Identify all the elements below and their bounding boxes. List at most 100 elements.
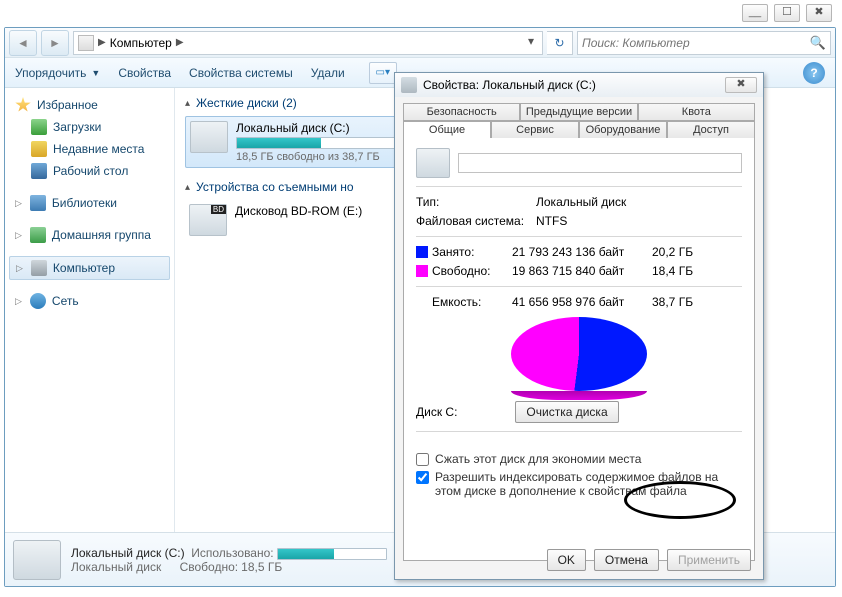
used-label: Занято: [416,245,512,259]
drive-name: Дисковод BD-ROM (E:) [235,204,401,218]
organize-menu[interactable]: Упорядочить [15,66,86,80]
help-button[interactable]: ? [803,62,825,84]
search-icon: 🔍 [810,35,826,51]
tab-sharing[interactable]: Доступ [667,121,755,138]
homegroup-icon [30,227,46,243]
chevron-right-icon: ▶ [98,37,106,48]
type-label: Тип: [416,195,536,209]
back-button[interactable]: ◄ [9,30,37,56]
properties-dialog: Свойства: Локальный диск (C:) ✖ Безопасн… [394,72,764,580]
legend-used-icon [416,246,428,258]
free-gb: 18,4 ГБ [652,264,708,278]
minimize-button[interactable]: __ [742,4,768,22]
free-bytes: 19 863 715 840 байт [512,264,652,278]
tab-previous-versions[interactable]: Предыдущие версии [520,103,637,121]
section-header: Устройства со съемными но [196,180,354,194]
sidebar-label: Компьютер [53,261,115,275]
network-icon [30,293,46,309]
star-icon [15,97,31,113]
sidebar-item-libraries[interactable]: ▷Библиотеки [9,192,170,214]
dialog-titlebar[interactable]: Свойства: Локальный диск (C:) ✖ [395,73,763,97]
disk-cleanup-button[interactable]: Очистка диска [515,401,618,423]
section-header: Жесткие диски (2) [196,96,297,110]
nav-pane: Избранное Загрузки Недавние места Рабочи… [5,88,175,532]
sidebar-item-homegroup[interactable]: ▷Домашняя группа [9,224,170,246]
breadcrumb[interactable]: ▶ Компьютер ▶ ▾ [73,31,543,55]
nav-row: ◄ ► ▶ Компьютер ▶ ▾ ↻ 🔍 [5,28,835,58]
properties-button[interactable]: Свойства [118,66,171,80]
search-box[interactable]: 🔍 [577,31,831,55]
sidebar-label: Домашняя группа [52,228,151,242]
capacity-bytes: 41 656 958 976 байт [512,295,652,309]
disk-usage-pie-chart [511,317,647,391]
status-drive-name: Локальный диск (C:) Использовано: [71,546,387,560]
fs-label: Файловая система: [416,214,536,228]
tab-hardware[interactable]: Оборудование [579,121,667,138]
capacity-gb: 38,7 ГБ [652,295,708,309]
index-checkbox[interactable]: Разрешить индексировать содержимое файло… [416,470,742,498]
sidebar-item-recent[interactable]: Недавние места [9,138,170,160]
recent-icon [31,141,47,157]
search-input[interactable] [582,36,810,50]
change-view-button[interactable]: ▭▾ [369,62,397,84]
refresh-button[interactable]: ↻ [547,31,573,55]
dialog-close-button[interactable]: ✖ [725,77,757,93]
download-icon [31,119,47,135]
sidebar-label: Сеть [52,294,79,308]
drive-label-input[interactable] [458,153,742,173]
sidebar-item-desktop[interactable]: Рабочий стол [9,160,170,182]
apply-button[interactable]: Применить [667,549,751,571]
sidebar-label: Недавние места [53,142,144,156]
drive-icon [401,77,417,93]
drive-usage-bar [236,137,400,149]
drive-icon [13,540,61,580]
sidebar-label: Библиотеки [52,196,117,210]
sidebar-label: Рабочий стол [53,164,128,178]
legend-free-icon [416,265,428,277]
forward-button[interactable]: ► [41,30,69,56]
sidebar-item-network[interactable]: ▷Сеть [9,290,170,312]
dialog-title: Свойства: Локальный диск (C:) [423,78,596,92]
drive-name: Локальный диск (C:) [236,121,400,135]
tab-general-content: Тип:Локальный диск Файловая система:NTFS… [403,137,755,561]
status-free-label: Свободно: [180,560,239,574]
window-controls: __ ☐ ✖ [742,4,832,22]
status-type: Локальный диск [71,560,161,574]
compress-checkbox[interactable]: Сжать этот диск для экономии места [416,452,742,466]
bdrom-icon [189,204,227,236]
sidebar-item-computer[interactable]: ▷Компьютер [9,256,170,280]
desktop-icon [31,163,47,179]
computer-icon [78,35,94,51]
drive-icon [416,148,450,178]
used-gb: 20,2 ГБ [652,245,708,259]
tab-general[interactable]: Общие [403,121,491,138]
breadcrumb-label: Компьютер [110,36,172,50]
sidebar-item-downloads[interactable]: Загрузки [9,116,170,138]
computer-icon [31,260,47,276]
status-free-value: 18,5 ГБ [241,560,282,574]
maximize-button[interactable]: ☐ [774,4,800,22]
tab-quota[interactable]: Квота [638,103,755,121]
used-bytes: 21 793 243 136 байт [512,245,652,259]
drive-subtext: 18,5 ГБ свободно из 38,7 ГБ [236,151,400,163]
tab-tools[interactable]: Сервис [491,121,579,138]
uninstall-button[interactable]: Удали [311,66,345,80]
drive-local-c[interactable]: Локальный диск (C:) 18,5 ГБ свободно из … [185,116,405,168]
drive-c-label: Диск C: [416,405,457,419]
type-value: Локальный диск [536,195,742,209]
free-label: Свободно: [416,264,512,278]
close-button[interactable]: ✖ [806,4,832,22]
capacity-label: Емкость: [416,295,512,309]
chevron-right-icon: ▶ [176,37,184,48]
drive-bd-rom[interactable]: Дисковод BD-ROM (E:) [185,200,405,240]
sidebar-label: Загрузки [53,120,101,134]
system-properties-button[interactable]: Свойства системы [189,66,293,80]
sidebar-label: Избранное [37,98,98,112]
sidebar-item-favorites[interactable]: Избранное [9,94,170,116]
cancel-button[interactable]: Отмена [594,549,659,571]
breadcrumb-dropdown[interactable]: ▾ [522,34,540,52]
library-icon [30,195,46,211]
tab-security[interactable]: Безопасность [403,103,520,121]
fs-value: NTFS [536,214,742,228]
ok-button[interactable]: OK [547,549,586,571]
